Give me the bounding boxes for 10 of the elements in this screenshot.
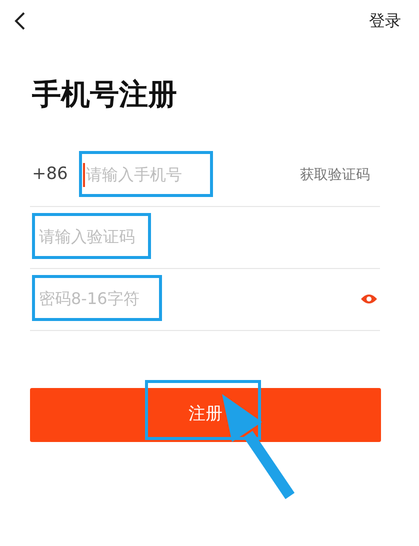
back-icon (14, 11, 26, 31)
country-code[interactable]: +86 (32, 162, 82, 188)
eye-icon (360, 293, 378, 305)
register-button[interactable]: 注册 (30, 388, 381, 442)
password-input[interactable]: 密码8-16字符 (36, 287, 239, 311)
get-code-button[interactable]: 获取验证码 (300, 164, 380, 186)
code-input[interactable]: 请输入验证码 (36, 225, 239, 249)
login-link[interactable]: 登录 (369, 9, 409, 33)
page-title: 手机号注册 (31, 76, 178, 113)
phone-input[interactable]: 请输入手机号 (83, 163, 286, 187)
